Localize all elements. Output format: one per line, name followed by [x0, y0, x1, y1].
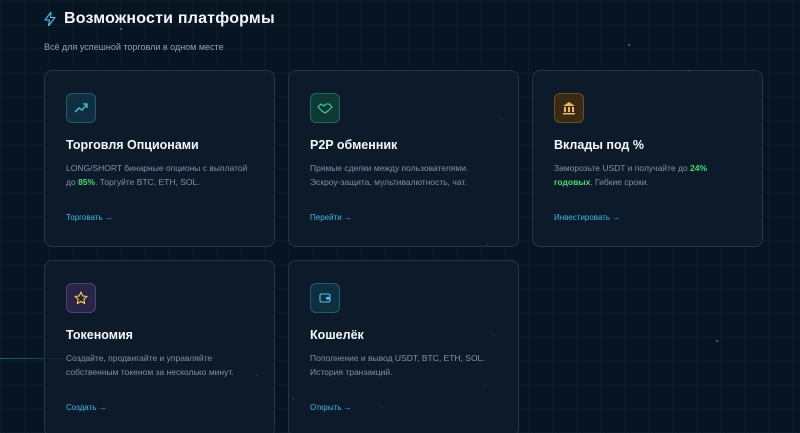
card-title: P2P обменник: [310, 138, 398, 152]
feature-card-p2p[interactable]: P2P обменник Прямые сделки между пользов…: [288, 70, 519, 247]
decorative-star: [628, 44, 630, 46]
p2p-link[interactable]: Перейти →: [310, 213, 352, 222]
feature-card-wallet[interactable]: Кошелёк Пополнение и вывод USDT, BTC, ET…: [288, 260, 519, 433]
section-subtitle: Всё для успешной торговли в одном месте: [44, 42, 224, 52]
feature-card-options[interactable]: Торговля Опционами LONG/SHORT бинарные о…: [44, 70, 275, 247]
card-description: Прямые сделки между пользователями. Эскр…: [310, 163, 469, 187]
trend-up-icon: [66, 93, 96, 123]
card-title: Вклады под %: [554, 138, 644, 152]
bank-icon: [554, 93, 584, 123]
section-title: Возможности платформы: [64, 10, 275, 27]
card-description: LONG/SHORT бинарные опционы с выплатой д…: [66, 163, 248, 187]
create-link[interactable]: Создать →: [66, 403, 107, 412]
decorative-star: [716, 340, 718, 342]
lightning-icon: [44, 12, 56, 26]
card-title: Кошелёк: [310, 328, 364, 342]
feature-card-tokenomics[interactable]: Токеномия Создайте, продвигайте и управл…: [44, 260, 275, 433]
wallet-icon: [310, 283, 340, 313]
handshake-icon: [310, 93, 340, 123]
section-header: Возможности платформы Всё для успешной т…: [44, 10, 275, 52]
card-title: Торговля Опционами: [66, 138, 199, 152]
trade-link[interactable]: Торговать →: [66, 213, 113, 222]
card-title: Токеномия: [66, 328, 133, 342]
invest-link[interactable]: Инвестировать →: [554, 213, 620, 222]
open-wallet-link[interactable]: Открыть →: [310, 403, 352, 412]
card-description: Создайте, продвигайте и управляйте собст…: [66, 353, 234, 377]
card-description: Пополнение и вывод USDT, BTC, ETH, SOL. …: [310, 353, 485, 377]
feature-card-deposits[interactable]: Вклады под % Заморозьте USDT и получайте…: [532, 70, 763, 247]
card-description: Заморозьте USDT и получайте до 24% годов…: [554, 163, 708, 187]
star-icon: [66, 283, 96, 313]
